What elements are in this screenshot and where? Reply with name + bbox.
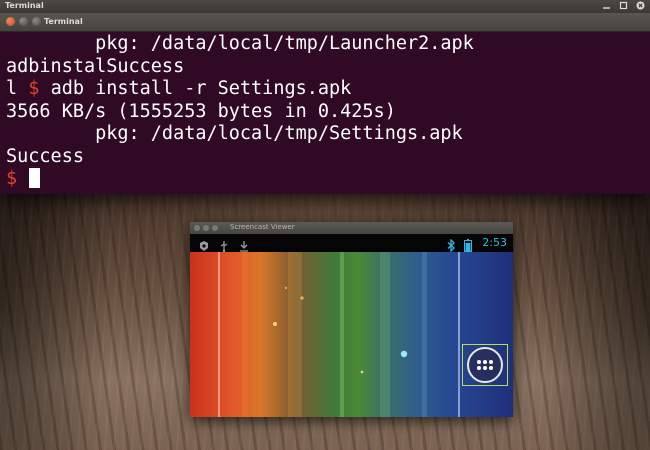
minimize-button[interactable] — [19, 17, 28, 26]
close-button[interactable] — [6, 17, 15, 26]
viewer-titlebar[interactable]: Screencast Viewer — [190, 222, 513, 234]
download-icon — [238, 237, 250, 252]
usb-icon — [218, 237, 230, 253]
close-icon[interactable] — [635, 1, 646, 11]
output-line: pkg: /data/local/tmp/Settings.apk — [6, 123, 463, 144]
battery-icon — [464, 237, 476, 252]
app-drawer-button[interactable] — [462, 344, 508, 386]
maximize-button[interactable] — [32, 17, 41, 26]
bluetooth-icon — [446, 237, 458, 253]
restore-icon[interactable] — [618, 1, 629, 11]
usb-debug-icon — [198, 237, 210, 251]
status-time: 2:53 — [482, 236, 507, 249]
prompt-symbol: $ — [6, 168, 18, 189]
viewer-maximize-button[interactable] — [212, 225, 218, 231]
text-cursor — [29, 168, 41, 188]
terminal-output[interactable]: pkg: /data/local/tmp/Launcher2.apk adbin… — [6, 33, 646, 191]
command-line: l $ adb install -r Settings.apk — [6, 78, 646, 101]
titlebar-buttons — [6, 17, 41, 26]
notification-icons — [198, 237, 250, 253]
system-icons: 2:53 — [446, 236, 507, 253]
minimize-icon[interactable] — [601, 1, 612, 11]
prompt-symbol: $ — [28, 78, 40, 99]
window-controls — [601, 1, 646, 11]
terminal-titlebar[interactable]: Terminal — [0, 13, 650, 32]
output-line: 3566 KB/s (1555253 bytes in 0.425s) — [6, 100, 396, 122]
screencast-viewer-window[interactable]: Screencast Viewer 2:53 — [190, 222, 513, 417]
output-line: Success — [6, 145, 84, 167]
terminal-window[interactable]: Terminal Terminal pkg: /data/local/tmp/L… — [0, 0, 650, 194]
viewer-title: Screencast Viewer — [230, 223, 295, 231]
app-drawer-icon — [467, 347, 503, 383]
output-line: pkg: /data/local/tmp/Launcher2.apk — [6, 33, 474, 54]
android-home-screen[interactable] — [190, 252, 513, 417]
prompt-line[interactable]: $ — [6, 168, 646, 191]
wallpaper-particles — [273, 286, 408, 374]
android-status-bar: 2:53 — [190, 234, 513, 253]
output-line: adbinstalSuccess — [6, 55, 185, 77]
viewer-window-buttons — [194, 225, 218, 231]
terminal-title: Terminal — [44, 17, 83, 26]
viewer-close-button[interactable] — [194, 225, 200, 231]
viewer-minimize-button[interactable] — [203, 225, 209, 231]
top-panel: Terminal — [0, 0, 650, 13]
command-text: adb install -r Settings.apk — [50, 78, 352, 99]
top-panel-title: Terminal — [5, 1, 44, 10]
command-prefix: l — [6, 78, 18, 99]
